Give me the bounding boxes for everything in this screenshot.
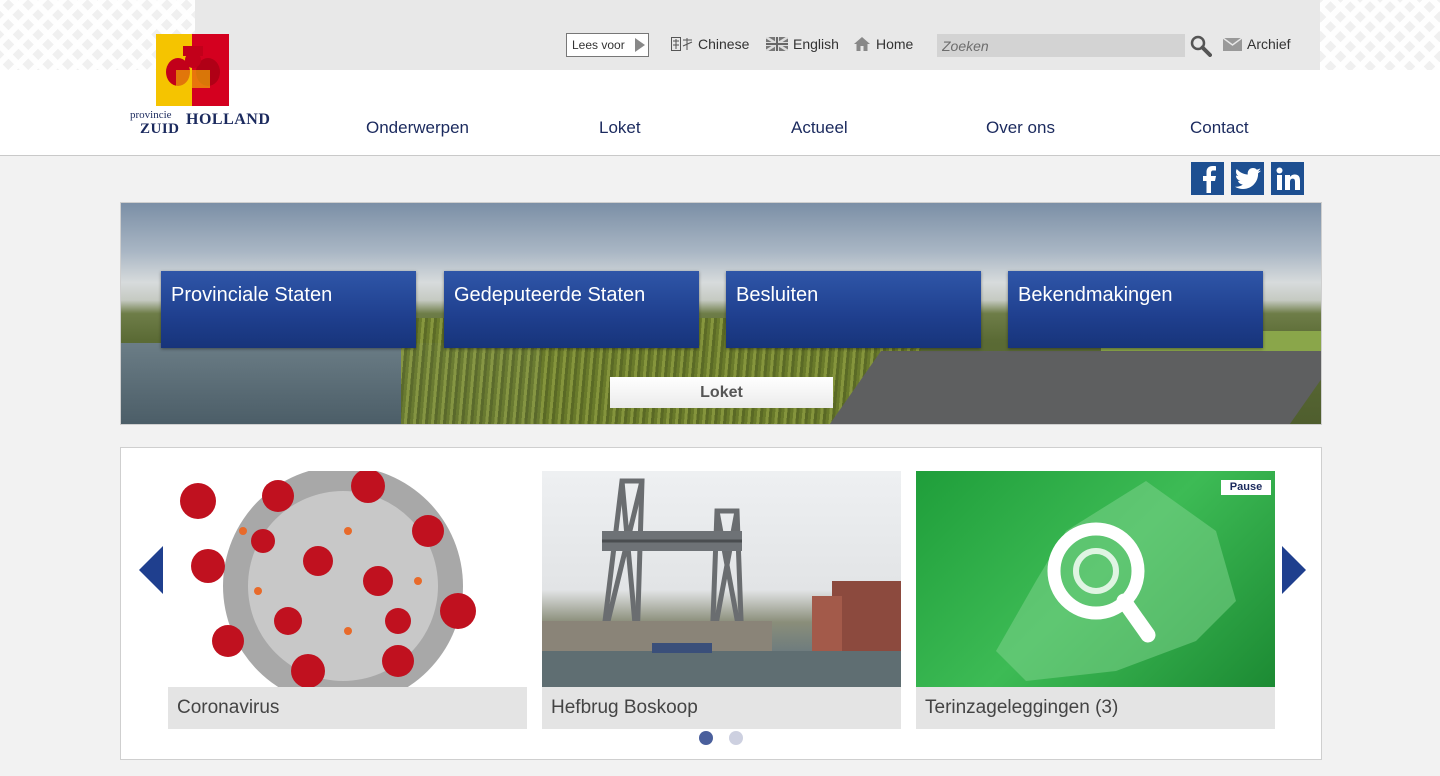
home-link[interactable]: Home [853, 36, 913, 52]
tile-provinciale-staten[interactable]: Provinciale Staten [161, 271, 416, 348]
card-caption: Terinzageleggingen (3) [916, 687, 1275, 729]
news-carousel: Coronavirus Hefbrug Boskoop Pause Terinz… [120, 447, 1322, 760]
logo-text-holland: HOLLAND [186, 111, 271, 128]
english-link[interactable]: English [766, 36, 839, 52]
coronavirus-image [168, 471, 527, 687]
search-icon[interactable] [1190, 35, 1212, 57]
home-icon [854, 37, 870, 51]
chinese-label: Chinese [698, 36, 750, 52]
bridge-image [542, 471, 901, 687]
archive-link[interactable]: Archief [1223, 36, 1291, 52]
card-caption: Hefbrug Boskoop [542, 687, 901, 729]
tile-bekendmakingen[interactable]: Bekendmakingen [1008, 271, 1263, 348]
logo-text-provincie: provincie [130, 109, 172, 121]
loket-tab[interactable]: Loket [610, 377, 833, 408]
virus-illustration-icon [180, 471, 476, 687]
lift-bridge-illustration-icon [542, 478, 901, 687]
magnifier-map-illustration-icon [996, 481, 1236, 681]
nav-onderwerpen[interactable]: Onderwerpen [366, 118, 469, 138]
nav-loket[interactable]: Loket [599, 118, 641, 138]
facebook-icon [1202, 165, 1216, 193]
chinese-icon [671, 37, 693, 51]
linkedin-icon [1276, 167, 1300, 190]
carousel-prev-arrow-icon[interactable] [139, 546, 163, 594]
carousel-next-arrow-icon[interactable] [1282, 546, 1306, 594]
search-input[interactable] [937, 34, 1185, 57]
linkedin-button[interactable] [1271, 162, 1304, 195]
logo[interactable]: provincie ZUID HOLLAND [128, 32, 270, 142]
header-pattern-right [1320, 0, 1440, 70]
hero-road [824, 351, 1321, 424]
card-hefbrug-boskoop[interactable]: Hefbrug Boskoop [542, 471, 901, 729]
carousel-dot-2[interactable] [729, 731, 743, 745]
twitter-button[interactable] [1231, 162, 1264, 195]
facebook-button[interactable] [1191, 162, 1224, 195]
home-label: Home [876, 36, 914, 52]
twitter-icon [1234, 167, 1261, 189]
card-terinzageleggingen[interactable]: Pause Terinzageleggingen (3) [916, 471, 1275, 729]
logo-text-zuid: ZUID [140, 121, 180, 137]
mail-icon [1223, 37, 1242, 51]
tile-gedeputeerde-staten[interactable]: Gedeputeerde Staten [444, 271, 699, 348]
carousel-pause-button[interactable]: Pause [1221, 480, 1271, 495]
terinzagelegging-image: Pause [916, 471, 1275, 687]
nav-contact[interactable]: Contact [1190, 118, 1249, 138]
carousel-dot-1[interactable] [699, 731, 713, 745]
card-coronavirus[interactable]: Coronavirus [168, 471, 527, 729]
english-label: English [793, 36, 839, 52]
card-caption: Coronavirus [168, 687, 527, 729]
crest-logo-icon [156, 34, 229, 106]
read-aloud-button[interactable]: Lees voor [566, 33, 649, 57]
uk-flag-icon [766, 37, 788, 51]
archive-label: Archief [1247, 36, 1291, 52]
tile-besluiten[interactable]: Besluiten [726, 271, 981, 348]
nav-actueel[interactable]: Actueel [791, 118, 848, 138]
nav-over-ons[interactable]: Over ons [986, 118, 1055, 138]
hero-banner: Provinciale Staten Gedeputeerde Staten B… [120, 202, 1322, 425]
read-aloud-label: Lees voor [572, 38, 625, 52]
play-icon [634, 38, 645, 52]
chinese-link[interactable]: Chinese [671, 36, 749, 52]
